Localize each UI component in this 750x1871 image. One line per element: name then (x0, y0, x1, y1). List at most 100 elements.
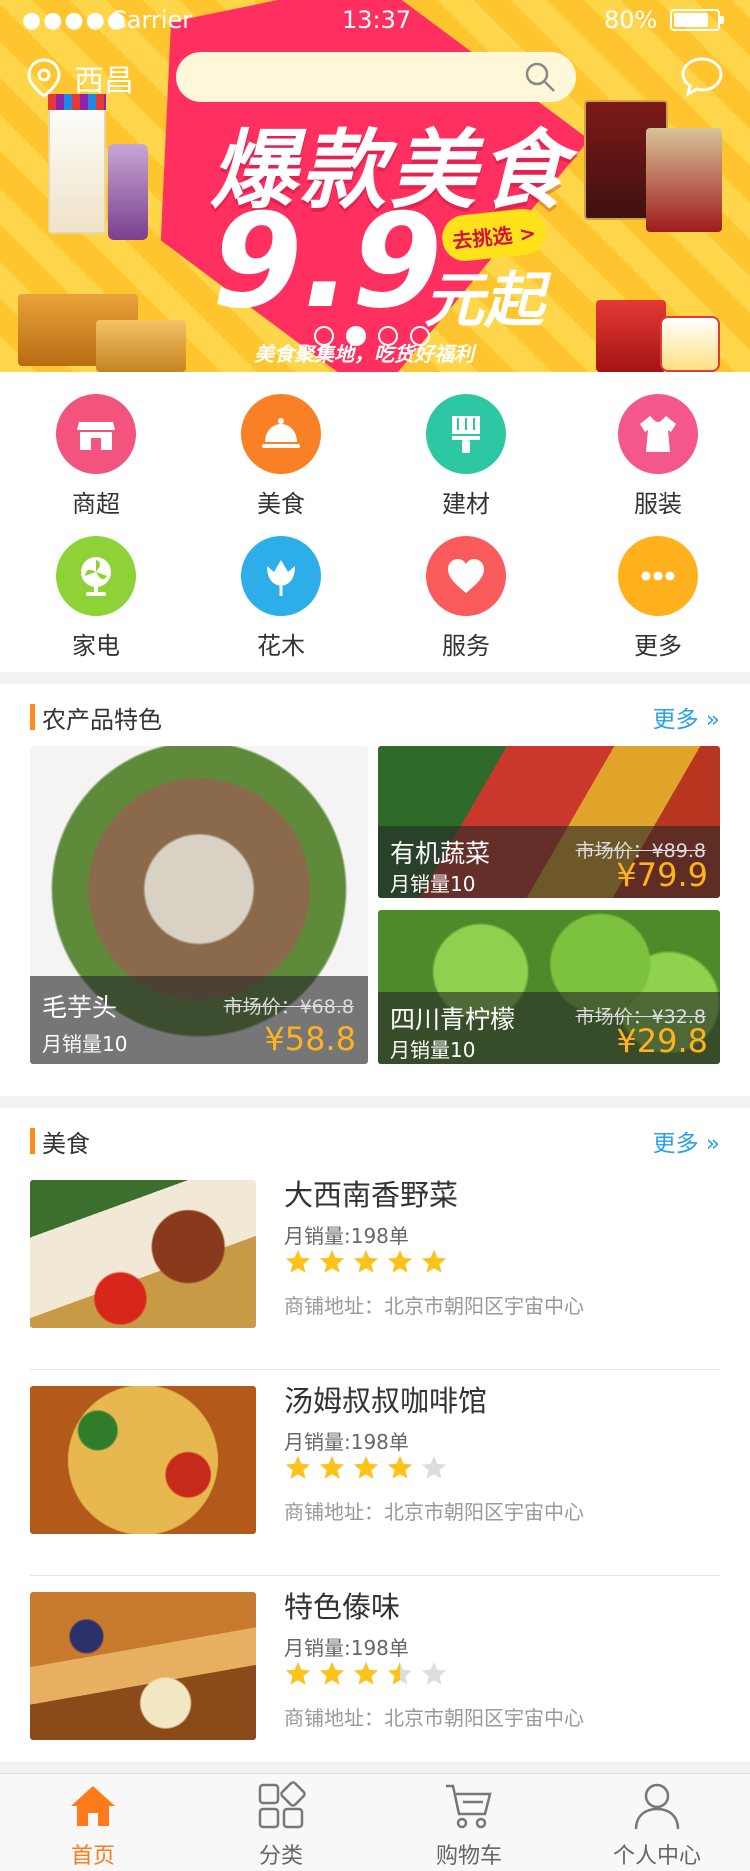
star-full-icon (354, 1456, 378, 1479)
star-full-icon (422, 1250, 446, 1273)
product-name: 有机蔬菜 (390, 839, 491, 868)
carousel-indicator[interactable] (314, 326, 430, 346)
product-jar-image (108, 144, 148, 240)
promo-banner[interactable]: 爆款美食 9.9 元起 去挑选 > 美食聚集地，吃货好福利 ●●●●● Carr… (0, 0, 750, 372)
star-full-icon (320, 1662, 344, 1685)
restaurant-item[interactable]: 汤姆叔叔咖啡馆 月销量:198单 商铺地址：北京市朝阳区宇宙中心 (30, 1370, 720, 1576)
star-empty-icon (422, 1662, 446, 1685)
carrier-name: Carrier (110, 6, 193, 34)
agri-section: 农产品特色 更多 » 毛芋头 月销量10 市场价：¥68.8 ¥58.8 有机蔬… (0, 684, 750, 1096)
category-more[interactable]: 更多 (583, 514, 733, 660)
location-pin-icon (27, 58, 61, 98)
product-sales: 月销量10 (42, 1032, 128, 1056)
section-header: 农产品特色 更多 » (30, 684, 720, 750)
category-appliance[interactable]: 家电 (21, 514, 171, 660)
bottom-tab-bar: 首页 分类 购物车 个人中心 (0, 1773, 750, 1871)
dress-icon (618, 394, 698, 474)
battery-icon (670, 9, 724, 31)
more-link[interactable]: 更多 » (653, 700, 720, 734)
message-icon[interactable] (680, 54, 724, 98)
restaurant-photo (30, 1592, 256, 1740)
flower-icon (241, 536, 321, 616)
star-full-icon (354, 1662, 378, 1685)
product-card-vegetables[interactable]: 有机蔬菜 月销量10 市场价：¥89.8 ¥79.9 (378, 746, 720, 898)
heart-icon (426, 536, 506, 616)
restaurant-address: 商铺地址：北京市朝阳区宇宙中心 (284, 1294, 584, 1318)
category-plants[interactable]: 花木 (206, 514, 356, 660)
restaurant-sales: 月销量:198单 (284, 1430, 409, 1454)
product-red-bag-image (596, 300, 666, 372)
category-building[interactable]: 建材 (391, 372, 541, 518)
product-sales: 月销量10 (390, 1038, 476, 1062)
tab-cart[interactable]: 购物车 (394, 1774, 544, 1871)
category-food[interactable]: 美食 (206, 372, 356, 518)
tab-label: 首页 (70, 1844, 115, 1869)
food-section: 美食 更多 » 大西南香野菜 月销量:198单 商铺地址：北京市朝阳区宇宙中心 … (0, 1108, 750, 1762)
category-service[interactable]: 服务 (391, 514, 541, 660)
double-chevron-right-icon: » (705, 707, 720, 733)
star-full-icon (286, 1662, 310, 1685)
restaurant-photo (30, 1180, 256, 1328)
rating-stars (284, 1454, 448, 1482)
store-icon (56, 394, 136, 474)
category-label: 花木 (257, 632, 305, 660)
more-link-label: 更多 (652, 1131, 699, 1157)
product-caption: 有机蔬菜 月销量10 市场价：¥89.8 ¥79.9 (378, 826, 720, 898)
carousel-dot[interactable] (410, 326, 430, 346)
product-box-image (48, 94, 106, 234)
tab-profile[interactable]: 个人中心 (582, 1774, 732, 1871)
product-price: ¥29.8 (616, 1022, 708, 1060)
product-sales: 月销量10 (390, 872, 476, 896)
product-name: 毛芋头 (42, 993, 118, 1022)
carousel-dot-active[interactable] (346, 326, 366, 346)
category-store[interactable]: 商超 (21, 372, 171, 518)
product-name: 四川青柠檬 (390, 1005, 516, 1034)
search-input[interactable] (176, 52, 576, 102)
food-cover-icon (241, 394, 321, 474)
restaurant-name: 特色傣味 (284, 1590, 401, 1624)
product-price: ¥58.8 (264, 1020, 356, 1058)
star-full-icon (388, 1456, 412, 1479)
clock: 13:37 (342, 6, 412, 34)
restaurant-address: 商铺地址：北京市朝阳区宇宙中心 (284, 1500, 584, 1524)
category-label: 服务 (442, 632, 490, 660)
restaurant-item[interactable]: 特色傣味 月销量:198单 商铺地址：北京市朝阳区宇宙中心 (30, 1576, 720, 1782)
tab-home[interactable]: 首页 (18, 1774, 168, 1871)
double-chevron-right-icon: » (705, 1131, 720, 1157)
product-card-lime[interactable]: 四川青柠檬 月销量10 市场价：¥32.8 ¥29.8 (378, 910, 720, 1064)
product-price: ¥79.9 (616, 856, 708, 894)
restaurant-item[interactable]: 大西南香野菜 月销量:198单 商铺地址：北京市朝阳区宇宙中心 (30, 1164, 720, 1370)
banner-price-unit: 元起 (424, 266, 544, 336)
product-jar-image (660, 316, 720, 372)
star-half-icon (388, 1662, 412, 1685)
tab-category[interactable]: 分类 (206, 1774, 356, 1871)
star-full-icon (286, 1250, 310, 1273)
star-empty-icon (422, 1456, 446, 1479)
carousel-dot[interactable] (314, 326, 334, 346)
product-pastry-box-image (646, 128, 722, 232)
product-caption: 毛芋头 月销量10 市场价：¥68.8 ¥58.8 (30, 976, 368, 1064)
rating-stars (284, 1660, 448, 1688)
restaurant-address: 商铺地址：北京市朝阳区宇宙中心 (284, 1706, 584, 1730)
tab-label: 个人中心 (612, 1844, 701, 1869)
restaurant-photo (30, 1386, 256, 1534)
carousel-dot[interactable] (378, 326, 398, 346)
rating-stars (284, 1248, 448, 1276)
category-clothing[interactable]: 服装 (583, 372, 733, 518)
product-card-taro[interactable]: 毛芋头 月销量10 市场价：¥68.8 ¥58.8 (30, 746, 368, 1064)
more-link-label: 更多 (652, 707, 699, 733)
market-price: 市场价：¥68.8 (223, 996, 354, 1018)
restaurant-name: 汤姆叔叔咖啡馆 (284, 1384, 488, 1418)
category-grid: 商超 美食 建材 服装 家电 花木 服务 更多 (0, 372, 750, 672)
cart-icon (446, 1784, 492, 1829)
category-label: 更多 (634, 632, 682, 660)
star-full-icon (320, 1456, 344, 1479)
more-link[interactable]: 更多 » (653, 1124, 720, 1158)
tab-label: 购物车 (435, 1844, 502, 1869)
section-title: 农产品特色 (42, 706, 162, 734)
category-icon (258, 1781, 306, 1829)
restaurant-name: 大西南香野菜 (284, 1178, 459, 1212)
location-selector[interactable]: 西昌 (26, 54, 134, 102)
fan-icon (56, 536, 136, 616)
product-gift-box-image (96, 320, 186, 372)
